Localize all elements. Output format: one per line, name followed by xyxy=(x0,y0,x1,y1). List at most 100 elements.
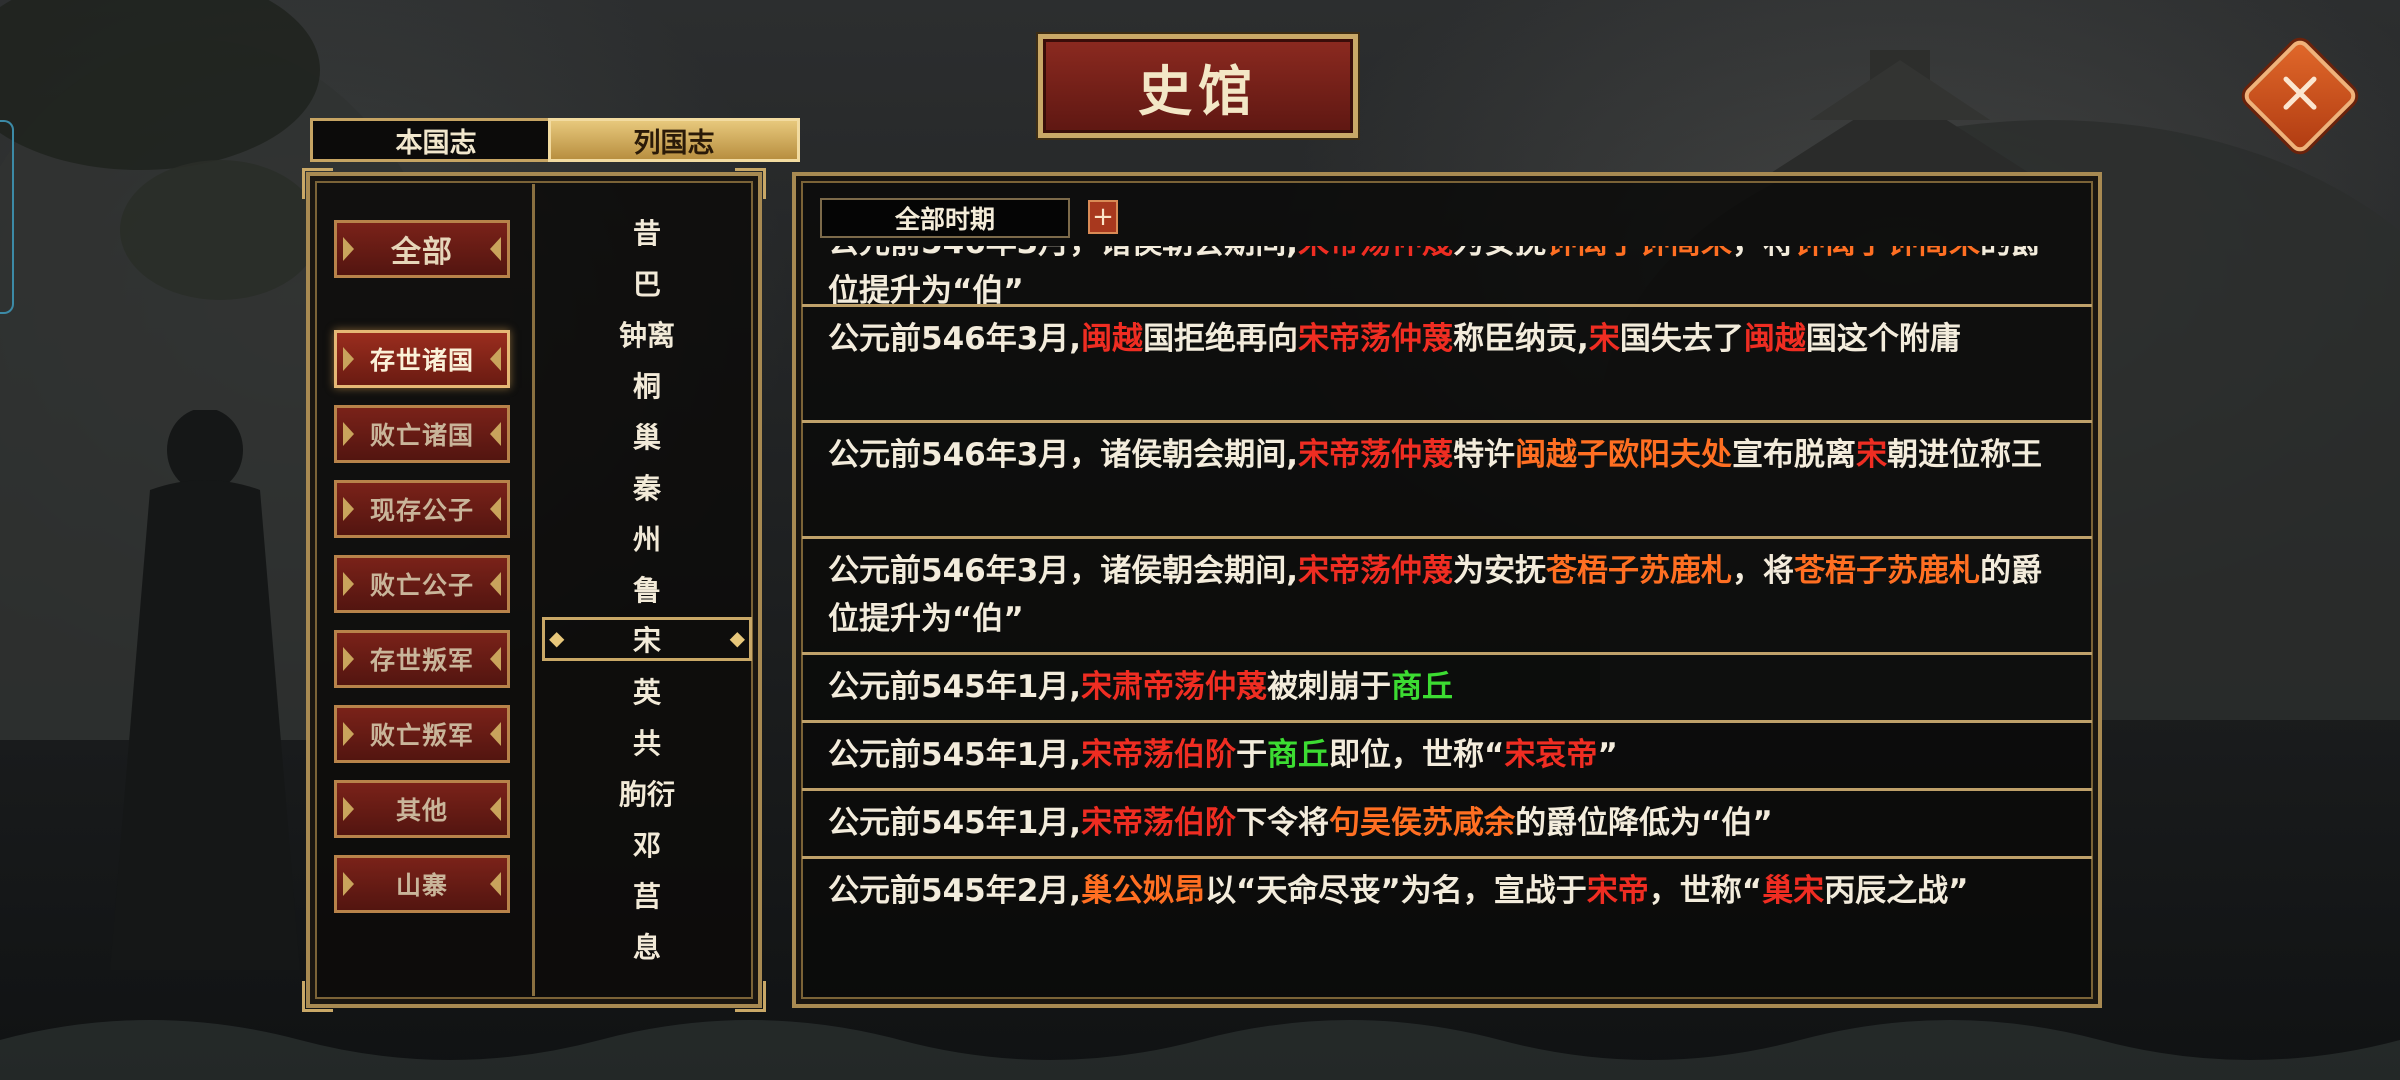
entry-text: 被刺崩于 xyxy=(1267,669,1392,705)
history-entry: 公元前545年2月,巢公姒昂以“天命尽丧”为名，宣战于宋帝，世称“巢宋丙辰之战” xyxy=(802,856,2092,972)
state-item[interactable]: 莒 xyxy=(536,869,758,920)
entry-text: 为安抚 xyxy=(1453,246,1546,261)
history-entry: 公元前545年1月,宋帝荡伯阶下令将句吴侯苏咸余的爵位降低为“伯” xyxy=(802,788,2092,856)
highlighted-name: 宋帝荡伯阶 xyxy=(1081,737,1237,773)
highlighted-name: 宋帝荡仲蔑 xyxy=(1298,246,1453,261)
entry-text: 于 xyxy=(1236,737,1268,773)
highlighted-name: 钟离子钟简末 xyxy=(1546,246,1732,261)
category-existing-princes-button[interactable]: 现存公子 xyxy=(334,480,510,538)
state-item[interactable]: 昔 xyxy=(536,206,758,257)
highlighted-name: 商丘 xyxy=(1267,737,1330,773)
period-filter-dropdown[interactable]: 全部时期 xyxy=(820,198,1070,238)
entry-text: 特许 xyxy=(1453,437,1516,473)
entry-text: 国拒绝再向 xyxy=(1143,321,1299,357)
highlighted-name: 宋帝荡伯阶 xyxy=(1081,805,1237,841)
figure-silhouette xyxy=(110,410,300,970)
page-title: 史馆 xyxy=(1038,34,1358,138)
entry-text: 称臣纳贡, xyxy=(1453,321,1589,357)
pagoda-roof xyxy=(1760,50,2040,180)
tab-lieguozhi[interactable]: 列国志 xyxy=(548,118,800,162)
state-item[interactable]: 鲁 xyxy=(536,563,758,614)
expand-filter-button[interactable]: + xyxy=(1088,200,1118,234)
category-existing-rebels-button[interactable]: 存世叛军 xyxy=(334,630,510,688)
category-fallen-states-button[interactable]: 败亡诸国 xyxy=(334,405,510,463)
highlighted-name: 闽越子欧阳夫处 xyxy=(1515,437,1733,473)
entry-text: 以“天命尽丧”为名，宣战于 xyxy=(1205,873,1587,909)
history-entry: 公元前546年3月，诸侯朝会期间,宋帝荡仲蔑为安抚钟离子钟简末，将钟离子钟简末的… xyxy=(802,246,2092,309)
entry-text: 公元前546年3月，诸侯朝会期间, xyxy=(828,437,1299,473)
corner-ornament xyxy=(735,981,766,1012)
corner-ornament xyxy=(302,981,333,1012)
entry-text: 的爵位降低为“伯” xyxy=(1515,805,1773,841)
state-item[interactable]: 巴 xyxy=(536,257,758,308)
history-entries-list: 公元前546年3月，诸侯朝会期间,宋帝荡仲蔑为安抚钟离子钟简末，将钟离子钟简末的… xyxy=(802,246,2092,998)
tree-canopy xyxy=(120,160,320,300)
highlighted-name: 句吴侯苏咸余 xyxy=(1329,805,1516,841)
highlighted-name: 钟离子钟简末 xyxy=(1794,246,1980,261)
history-entry: 公元前545年1月,宋肃帝荡仲蔑被刺崩于商丘 xyxy=(802,652,2092,720)
highlighted-name: 闽越 xyxy=(1743,321,1806,357)
category-fallen-rebels-button[interactable]: 败亡叛军 xyxy=(334,705,510,763)
entry-text: ，将 xyxy=(1732,246,1794,261)
entry-text: 国这个附庸 xyxy=(1805,321,1961,357)
entry-text: 宣布脱离 xyxy=(1732,437,1857,473)
entry-text: 公元前545年2月, xyxy=(828,873,1082,909)
highlighted-name: 商丘 xyxy=(1391,669,1454,705)
highlighted-name: 宋肃帝荡仲蔑 xyxy=(1081,669,1268,705)
panel-divider xyxy=(532,184,535,996)
highlighted-name: 苍梧子苏鹿札 xyxy=(1546,553,1733,589)
history-entry: 公元前546年3月,闽越国拒绝再向宋帝荡仲蔑称臣纳贡,宋国失去了闽越国这个附庸 xyxy=(802,304,2092,420)
state-item[interactable]: 秦 xyxy=(536,461,758,512)
history-entry: 公元前545年1月,宋帝荡伯阶于商丘即位，世称“宋哀帝” xyxy=(802,720,2092,788)
category-fallen-princes-button[interactable]: 败亡公子 xyxy=(334,555,510,613)
category-existing-states-button[interactable]: 存世诸国 xyxy=(334,330,510,388)
highlighted-name: 闽越 xyxy=(1081,321,1144,357)
state-item[interactable]: 英 xyxy=(536,665,758,716)
entry-text: 公元前546年3月, xyxy=(828,321,1082,357)
entry-text: ，世称“ xyxy=(1648,873,1763,909)
highlighted-name: 巢宋 xyxy=(1762,873,1825,909)
state-item[interactable]: 邓 xyxy=(536,818,758,869)
state-item[interactable]: 州 xyxy=(536,512,758,563)
state-item[interactable]: 朐衍 xyxy=(536,767,758,818)
category-other-button[interactable]: 其他 xyxy=(334,780,510,838)
state-item[interactable]: 钟离 xyxy=(536,308,758,359)
close-icon xyxy=(2283,76,2317,110)
highlighted-name: 宋 xyxy=(1856,437,1888,473)
entry-text: 朝进位称王 xyxy=(1887,437,2043,473)
entry-text: 公元前546年3月，诸侯朝会期间, xyxy=(828,553,1299,589)
history-entry: 公元前546年3月，诸侯朝会期间,宋帝荡仲蔑特许闽越子欧阳夫处宣布脱离宋朝进位称… xyxy=(802,420,2092,536)
category-fortress-button[interactable]: 山寨 xyxy=(334,855,510,913)
entry-text: 公元前545年1月, xyxy=(828,669,1082,705)
state-list: 昔 巴 钟离 桐 巢 秦 州 鲁 宋 英 共 朐衍 邓 莒 息 xyxy=(536,206,758,971)
entry-text: 公元前545年1月, xyxy=(828,805,1082,841)
state-item[interactable]: 共 xyxy=(536,716,758,767)
highlighted-name: 宋帝荡仲蔑 xyxy=(1298,321,1454,357)
entry-text: ” xyxy=(1597,737,1618,773)
highlighted-name: 苍梧子苏鹿札 xyxy=(1794,553,1981,589)
entry-text: 国失去了 xyxy=(1619,321,1744,357)
entry-text: 公元前545年1月, xyxy=(828,737,1082,773)
history-entry: 公元前546年3月，诸侯朝会期间,宋帝荡仲蔑为安抚苍梧子苏鹿札，将苍梧子苏鹿札的… xyxy=(802,536,2092,652)
highlighted-name: 宋哀帝 xyxy=(1504,737,1598,773)
highlighted-name: 宋帝荡仲蔑 xyxy=(1298,437,1454,473)
entry-text: 下令将 xyxy=(1236,805,1330,841)
corner-ornament xyxy=(302,168,333,199)
corner-ornament xyxy=(735,168,766,199)
highlighted-name: 巢公姒昂 xyxy=(1081,873,1206,909)
state-item[interactable]: 桐 xyxy=(536,359,758,410)
side-edge-tab[interactable] xyxy=(0,120,14,314)
highlighted-name: 宋 xyxy=(1588,321,1620,357)
entry-text: ，将 xyxy=(1732,553,1795,589)
history-panel: 全部时期 + 公元前546年3月，诸侯朝会期间,宋帝荡仲蔑为安抚钟离子钟简末，将… xyxy=(792,172,2102,1008)
highlighted-name: 宋帝荡仲蔑 xyxy=(1298,553,1454,589)
state-item[interactable]: 巢 xyxy=(536,410,758,461)
category-panel: 全部 存世诸国 败亡诸国 现存公子 败亡公子 存世叛军 败亡叛军 其他 山寨 昔… xyxy=(302,168,766,1012)
entry-text: 丙辰之战” xyxy=(1824,873,1969,909)
state-item[interactable]: 息 xyxy=(536,920,758,971)
category-all-button[interactable]: 全部 xyxy=(334,220,510,278)
tab-benguozhi[interactable]: 本国志 xyxy=(310,118,562,162)
state-item-selected[interactable]: 宋 xyxy=(542,617,752,661)
entry-text: 即位，世称“ xyxy=(1329,737,1505,773)
entry-text: 为安抚 xyxy=(1453,553,1547,589)
